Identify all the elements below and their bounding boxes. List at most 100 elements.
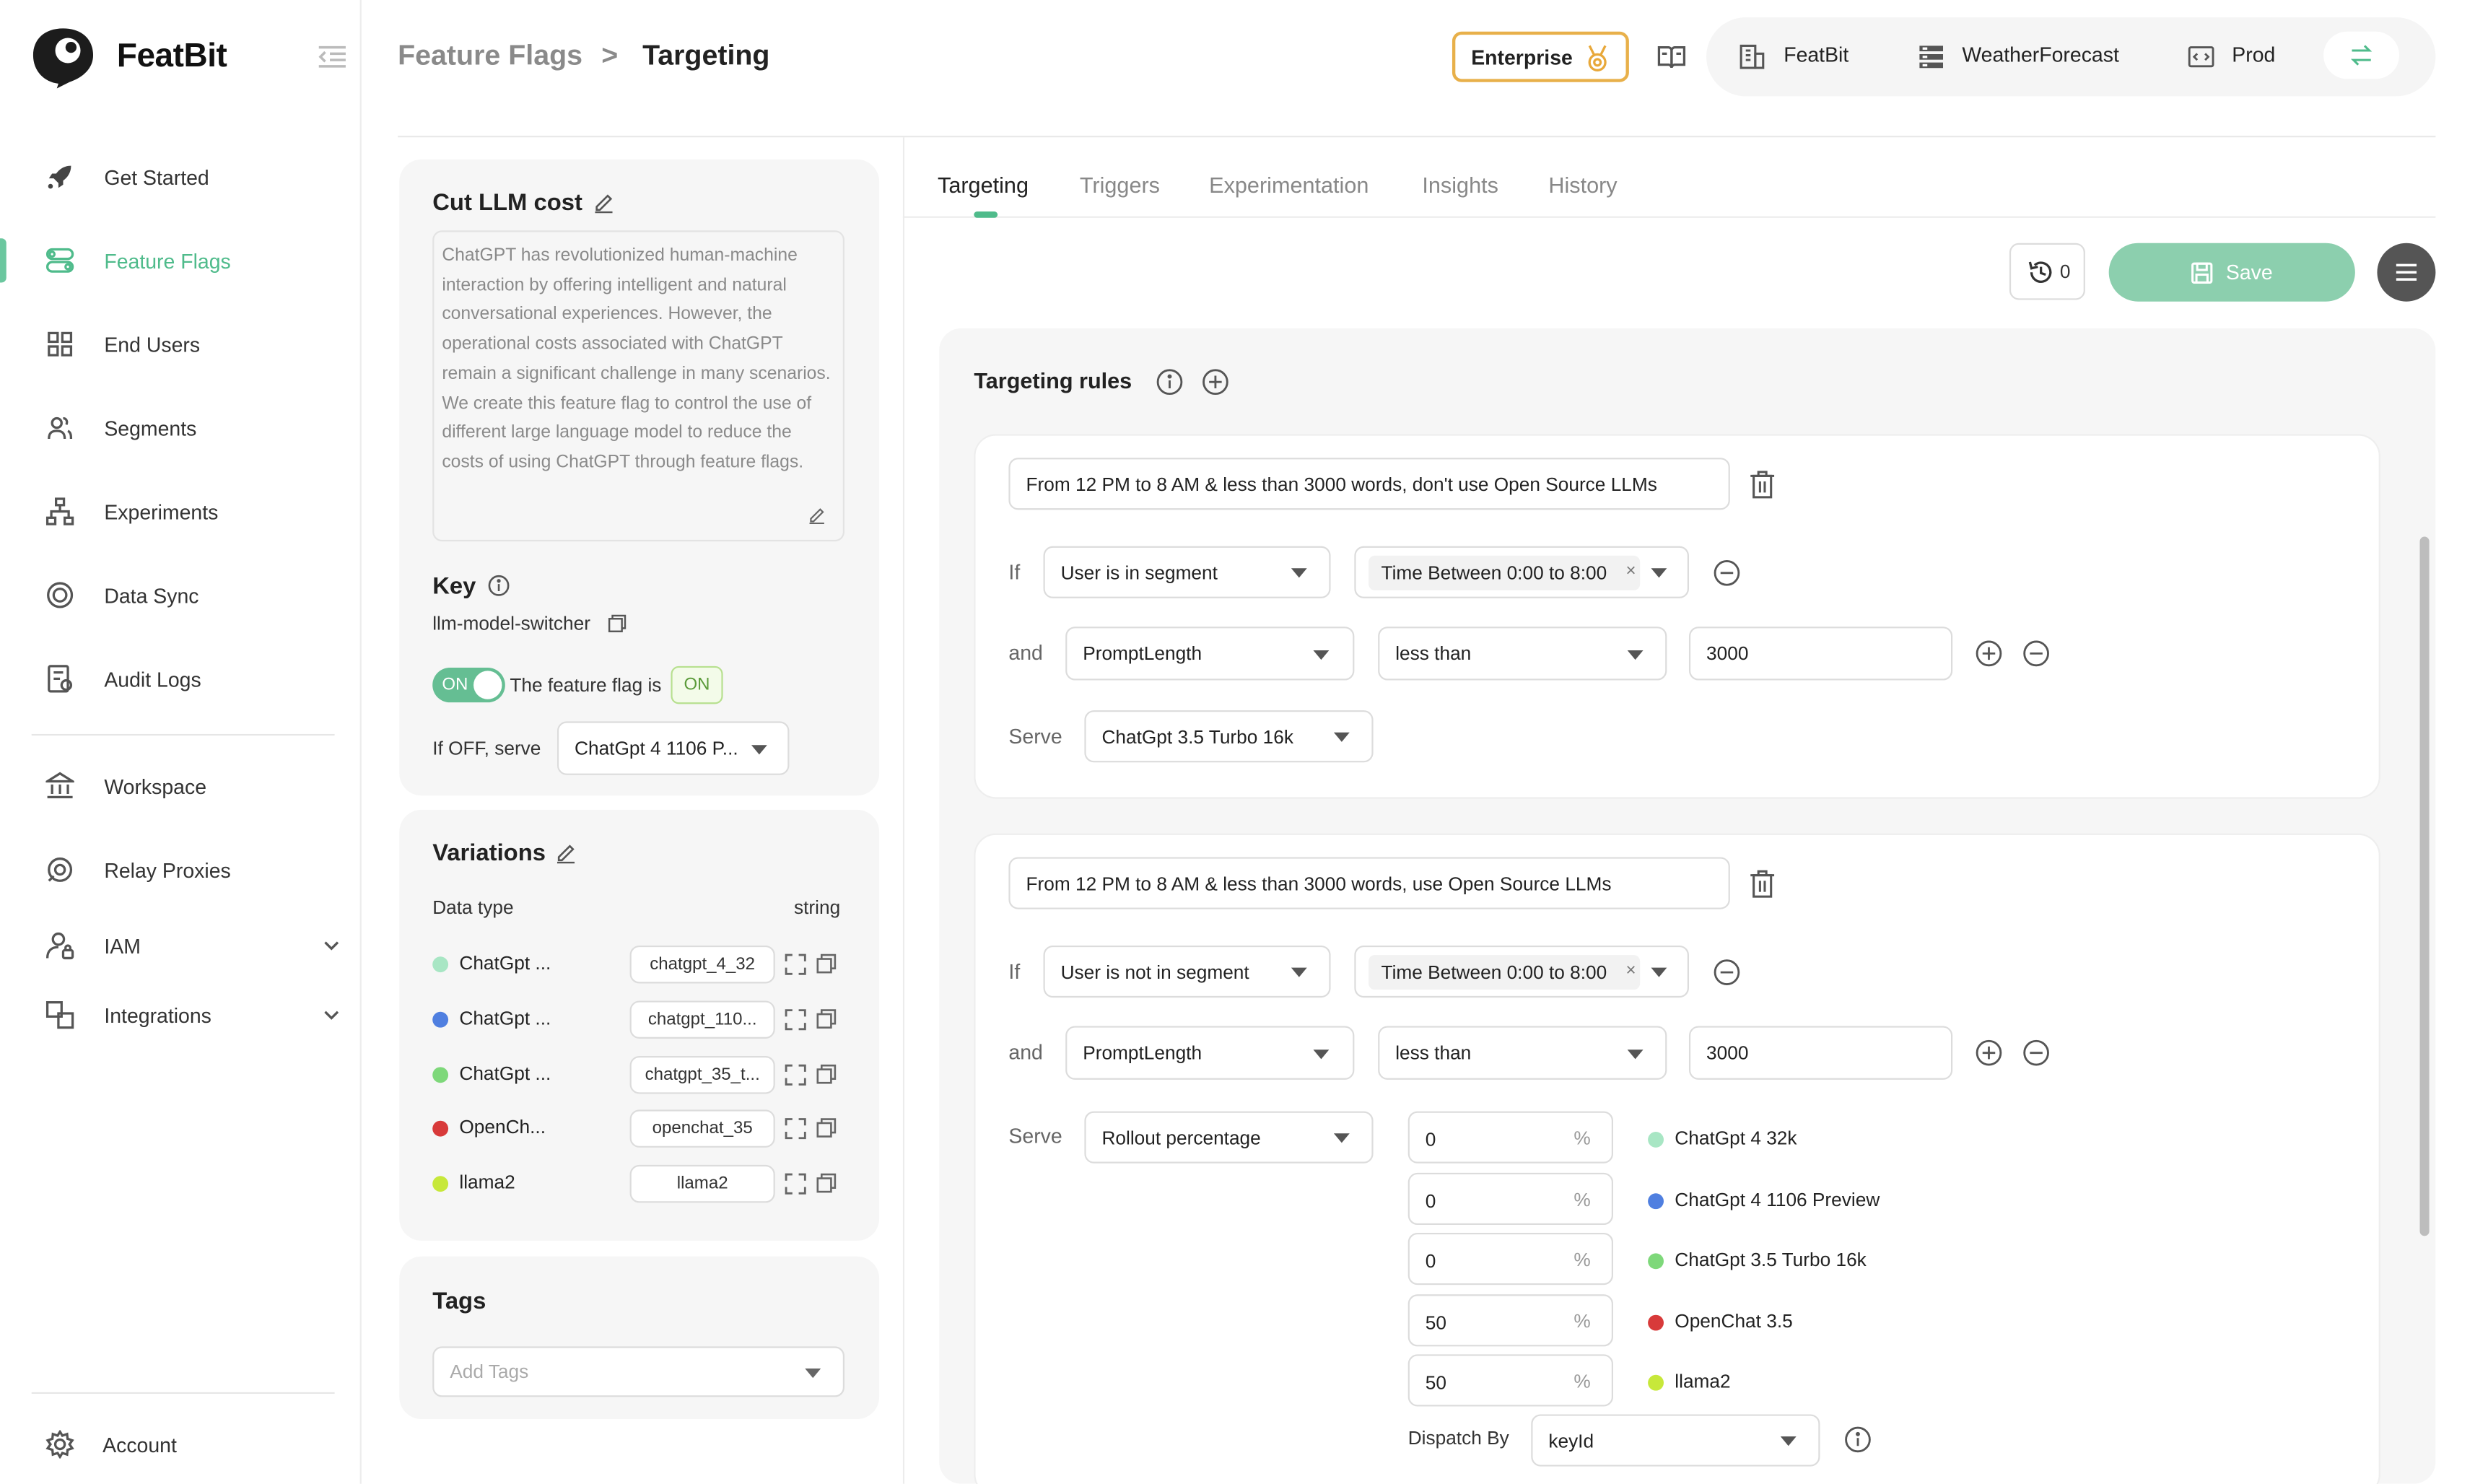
env-name[interactable]: Prod: [2232, 43, 2275, 66]
copy-icon[interactable]: [816, 1008, 839, 1031]
expand-icon[interactable]: [785, 1008, 807, 1031]
flag-key: llm-model-switcher: [432, 612, 590, 635]
copy-icon[interactable]: [816, 1173, 839, 1195]
remove-condition-icon[interactable]: [1713, 958, 1741, 986]
off-serve-select[interactable]: ChatGpt 4 1106 P...: [556, 721, 790, 775]
serve-select[interactable]: ChatGpt 3.5 Turbo 16k: [1084, 710, 1374, 763]
expand-icon[interactable]: [785, 1118, 807, 1140]
variation-color-dot: [1648, 1192, 1664, 1209]
switch-env-button[interactable]: [2323, 31, 2400, 79]
tab-experimentation[interactable]: Experimentation: [1209, 172, 1369, 197]
operator-select[interactable]: less than: [1378, 627, 1667, 681]
segment-operator-select[interactable]: User is in segment: [1043, 546, 1331, 598]
tab-history[interactable]: History: [1548, 172, 1617, 197]
variation-value[interactable]: chatgpt_110...: [629, 1000, 775, 1039]
close-icon[interactable]: ×: [1626, 961, 1636, 980]
close-icon[interactable]: ×: [1626, 562, 1636, 581]
dispatch-select[interactable]: keyId: [1531, 1414, 1820, 1467]
nav-experiments[interactable]: Experiments: [0, 480, 362, 543]
flag-description[interactable]: ChatGPT has revolutionized human-machine…: [432, 230, 844, 542]
rollout-percent-input[interactable]: 0%: [1407, 1232, 1614, 1286]
nav-iam[interactable]: IAM: [0, 914, 362, 977]
nav-segments[interactable]: Segments: [0, 396, 362, 459]
serve-select[interactable]: Rollout percentage: [1084, 1111, 1374, 1164]
sidebar-divider: [31, 733, 335, 736]
tab-triggers[interactable]: Triggers: [1080, 172, 1160, 197]
enterprise-badge[interactable]: Enterprise: [1452, 31, 1629, 82]
copy-icon[interactable]: [816, 953, 839, 976]
rollout-percent-input[interactable]: 0%: [1407, 1171, 1614, 1224]
expand-icon[interactable]: [785, 1063, 807, 1086]
edit-description-icon[interactable]: [808, 507, 826, 525]
segment-select[interactable]: Time Between 0:00 to 8:00 ×: [1354, 546, 1689, 598]
copy-icon[interactable]: [816, 1063, 839, 1086]
info-icon[interactable]: [1156, 368, 1184, 396]
nav-end-users[interactable]: End Users: [0, 313, 362, 375]
remove-condition-icon[interactable]: [1713, 559, 1741, 587]
condition-value-input[interactable]: 3000: [1688, 1026, 1953, 1080]
copy-key-icon[interactable]: [608, 614, 627, 633]
gear-icon: [45, 1430, 74, 1459]
toggle-knob: [473, 671, 502, 699]
info-icon[interactable]: [1843, 1426, 1872, 1454]
operator-select[interactable]: less than: [1378, 1026, 1667, 1080]
percent-value: 0: [1425, 1128, 1436, 1151]
rule-name-input[interactable]: From 12 PM to 8 AM & less than 3000 word…: [1008, 458, 1730, 510]
docs-book-icon[interactable]: [1657, 44, 1686, 69]
rollout-percent-input[interactable]: 0%: [1407, 1111, 1614, 1164]
nav-account[interactable]: Account: [0, 1413, 362, 1475]
nav-get-started[interactable]: Get Started: [0, 145, 362, 208]
breadcrumb-parent[interactable]: Feature Flags: [398, 40, 582, 73]
variation-value[interactable]: chatgpt_4_32: [629, 945, 775, 984]
rule-name-input[interactable]: From 12 PM to 8 AM & less than 3000 word…: [1008, 857, 1730, 909]
attribute-select[interactable]: PromptLength: [1065, 1026, 1355, 1080]
attribute-select[interactable]: PromptLength: [1065, 627, 1355, 681]
add-condition-icon[interactable]: [1975, 1039, 2003, 1067]
more-menu-button[interactable]: [2377, 243, 2436, 302]
nav-audit-logs[interactable]: Audit Logs: [0, 647, 362, 710]
featbit-logo-icon[interactable]: [30, 25, 97, 89]
variation-value[interactable]: llama2: [629, 1165, 775, 1203]
history-button[interactable]: 0: [2009, 243, 2085, 300]
variation-value[interactable]: chatgpt_35_t...: [629, 1055, 775, 1094]
org-name[interactable]: FeatBit: [1784, 43, 1848, 66]
nav-label: Relay Proxies: [104, 857, 231, 882]
add-condition-icon[interactable]: [1975, 640, 2003, 668]
add-rule-icon[interactable]: [1201, 368, 1229, 396]
segment-chip[interactable]: Time Between 0:00 to 8:00 ×: [1369, 555, 1641, 590]
expand-icon[interactable]: [785, 1173, 807, 1195]
segment-chip[interactable]: Time Between 0:00 to 8:00 ×: [1369, 955, 1641, 990]
scrollbar-thumb[interactable]: [2419, 536, 2430, 1236]
info-icon[interactable]: [488, 575, 510, 597]
rollout-percent-input[interactable]: 50%: [1407, 1293, 1614, 1346]
rollout-percent-input[interactable]: 50%: [1407, 1354, 1614, 1407]
save-button[interactable]: Save: [2108, 243, 2355, 302]
project-name[interactable]: WeatherForecast: [1962, 43, 2119, 66]
percent-value: 0: [1425, 1189, 1436, 1212]
nav-integrations[interactable]: Integrations: [0, 983, 362, 1046]
tab-targeting[interactable]: Targeting: [938, 172, 1029, 197]
remove-condition-icon[interactable]: [2022, 1039, 2050, 1067]
collapse-sidebar-icon[interactable]: [318, 44, 348, 69]
condition-value-input[interactable]: 3000: [1688, 627, 1953, 681]
remove-condition-icon[interactable]: [2022, 640, 2050, 668]
segment-select[interactable]: Time Between 0:00 to 8:00 ×: [1354, 945, 1689, 998]
flag-status-toggle[interactable]: ON: [432, 668, 505, 703]
nav-workspace[interactable]: Workspace: [0, 754, 362, 817]
copy-icon[interactable]: [816, 1118, 839, 1140]
add-tags-select[interactable]: Add Tags: [432, 1346, 844, 1397]
edit-name-icon[interactable]: [593, 193, 614, 214]
chevron-down-icon: [323, 1007, 339, 1023]
variation-value[interactable]: openchat_35: [629, 1110, 775, 1148]
description-text: ChatGPT has revolutionized human-machine…: [442, 246, 831, 472]
segment-operator-select[interactable]: User is not in segment: [1043, 945, 1331, 998]
edit-variations-icon[interactable]: [556, 843, 576, 864]
nav-relay-proxies[interactable]: Relay Proxies: [0, 838, 362, 901]
tab-insights[interactable]: Insights: [1422, 172, 1498, 197]
variation-color-dot: [1648, 1314, 1664, 1330]
nav-feature-flags[interactable]: Feature Flags: [0, 229, 362, 292]
trash-icon[interactable]: [1749, 471, 1776, 499]
expand-icon[interactable]: [785, 953, 807, 976]
nav-data-sync[interactable]: Data Sync: [0, 564, 362, 627]
trash-icon[interactable]: [1749, 870, 1776, 898]
